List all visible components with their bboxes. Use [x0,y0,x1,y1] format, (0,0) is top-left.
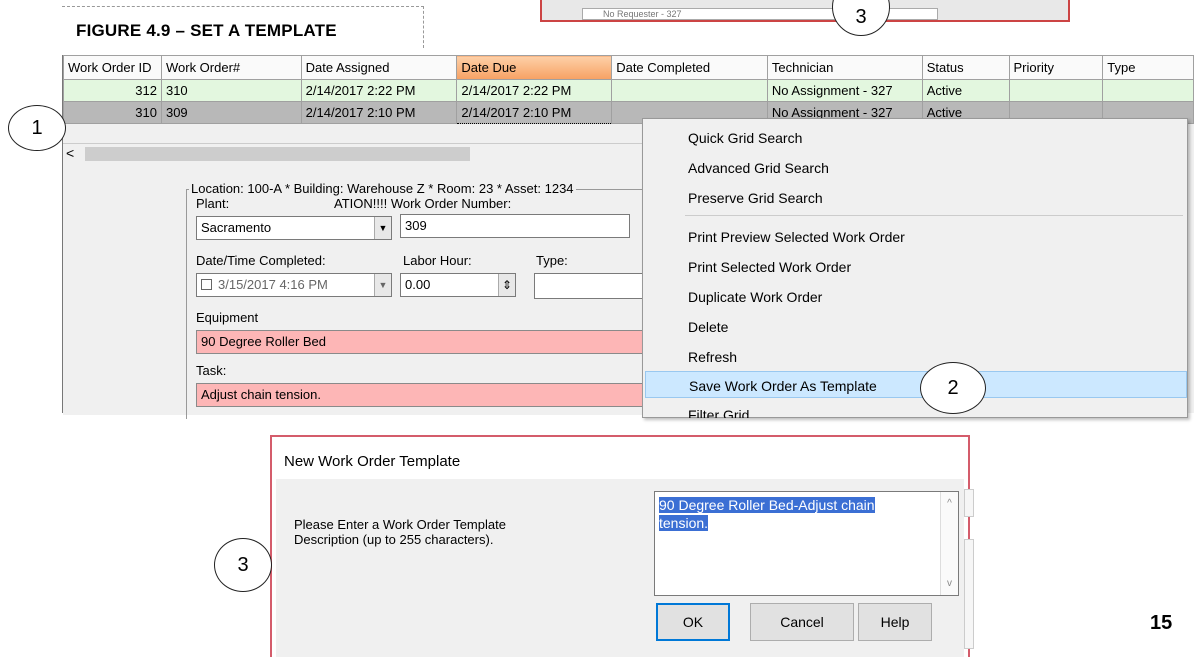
work-order-detail-form: Location: 100-A * Building: Warehouse Z … [63,165,646,419]
menu-item-print-preview[interactable]: Print Preview Selected Work Order [643,223,1187,250]
cell-priority [1008,79,1104,102]
menu-item-print-selected[interactable]: Print Selected Work Order [643,253,1187,280]
menu-item-filter-grid[interactable]: Filter Grid... [643,401,1187,418]
date-completed-value: 3/15/2017 4:16 PM [218,277,328,292]
horizontal-scrollbar[interactable]: < [63,143,643,163]
menu-item-refresh[interactable]: Refresh [643,343,1187,370]
grid-header-row: Work Order ID Work Order# Date Assigned … [63,55,1194,80]
callout-3: 3 [214,538,272,592]
task-label: Task: [196,363,227,378]
location-line: Location: 100-A * Building: Warehouse Z … [189,181,576,196]
table-row[interactable]: 312 310 2/14/2017 2:22 PM 2/14/2017 2:22… [63,79,1194,102]
dialog-body: Please Enter a Work Order Template Descr… [276,479,974,657]
plant-select-value: Sacramento [201,220,272,235]
callout-2: 2 [920,362,986,414]
task-field[interactable]: Adjust chain tension. [196,383,644,407]
menu-item-delete[interactable]: Delete [643,313,1187,340]
prompt-line-1: Please Enter a Work Order Template [294,517,506,532]
menu-item-save-as-template[interactable]: Save Work Order As Template [645,371,1187,398]
cell-type [1102,79,1194,102]
help-button[interactable]: Help [858,603,932,641]
menu-item-preserve-grid-search[interactable]: Preserve Grid Search [643,184,1187,211]
date-enable-checkbox[interactable] [201,279,212,290]
type-select[interactable] [534,273,644,299]
new-template-dialog: New Work Order Template Please Enter a W… [270,435,974,657]
col-header-date-due[interactable]: Date Due [456,55,613,80]
labor-hour-stepper[interactable]: 0.00 ⇕ [400,273,516,297]
cell-work-order-id: 310 [63,101,162,124]
work-order-number-label: ATION!!!! Work Order Number: [334,196,512,211]
col-header-work-order-number[interactable]: Work Order# [160,55,302,80]
cell-date-due: 2/14/2017 2:22 PM [456,79,613,102]
cell-status: Active [921,79,1010,102]
menu-item-duplicate[interactable]: Duplicate Work Order [643,283,1187,310]
menu-item-advanced-grid-search[interactable]: Advanced Grid Search [643,154,1187,181]
background-window: No Requester - 327 [540,0,1070,22]
cell-date-due: 2/14/2017 2:10 PM [456,101,613,124]
calendar-dropdown-icon[interactable]: ▼ [374,274,391,296]
scroll-down-icon[interactable]: v [941,578,958,589]
prompt-line-2: Description (up to 255 characters). [294,532,494,547]
description-line-2: tension. [659,515,709,531]
col-header-priority[interactable]: Priority [1008,55,1104,80]
col-header-date-completed[interactable]: Date Completed [611,55,768,80]
page-number: 15 [1150,612,1173,634]
figure-title: FIGURE 4.9 – SET A TEMPLATE [62,6,424,48]
labor-hour-label: Labor Hour: [403,253,472,268]
spinner-icon[interactable]: ⇕ [498,274,515,296]
chevron-down-icon[interactable]: ▼ [374,217,391,239]
col-header-technician[interactable]: Technician [766,55,923,80]
col-header-type[interactable]: Type [1102,55,1194,80]
menu-separator [685,215,1183,216]
work-order-grid[interactable]: Work Order ID Work Order# Date Assigned … [63,55,1194,124]
ok-button[interactable]: OK [656,603,730,641]
description-line-1: 90 Degree Roller Bed-Adjust chain [659,497,875,513]
scroll-left-icon[interactable]: < [66,144,74,162]
cell-date-assigned: 2/14/2017 2:10 PM [300,101,458,124]
dialog-prompt: Please Enter a Work Order Template Descr… [294,517,614,547]
cell-work-order-number: 309 [160,101,302,124]
cell-work-order-id: 312 [63,79,162,102]
type-label: Type: [536,253,568,268]
equipment-label: Equipment [196,310,259,325]
col-header-status[interactable]: Status [921,55,1010,80]
cell-technician: No Assignment - 327 [766,79,923,102]
scrollbar-thumb[interactable] [85,147,470,161]
labor-hour-value: 0.00 [405,277,431,292]
background-window-edge [964,489,974,517]
vertical-scrollbar[interactable]: ^ v [940,492,958,595]
plant-label: Plant: [196,196,230,211]
date-completed-picker[interactable]: 3/15/2017 4:16 PM ▼ [196,273,392,297]
cell-date-completed [611,79,768,102]
plant-select[interactable]: Sacramento ▼ [196,216,392,240]
background-window-edge [964,539,974,649]
date-completed-label: Date/Time Completed: [196,253,326,268]
equipment-field[interactable]: 90 Degree Roller Bed [196,330,644,354]
callout-3-top: 3 [832,0,890,36]
cell-work-order-number: 310 [160,79,302,102]
context-menu: Quick Grid Search Advanced Grid Search P… [642,118,1188,418]
col-header-date-assigned[interactable]: Date Assigned [300,55,458,80]
callout-1: 1 [8,105,66,151]
template-description-input[interactable]: 90 Degree Roller Bed-Adjust chain tensio… [654,491,959,596]
cancel-button[interactable]: Cancel [750,603,854,641]
menu-item-quick-grid-search[interactable]: Quick Grid Search [643,124,1187,151]
cell-date-assigned: 2/14/2017 2:22 PM [300,79,458,102]
dialog-title: New Work Order Template [284,453,461,470]
col-header-work-order-id[interactable]: Work Order ID [63,55,162,80]
scroll-up-icon[interactable]: ^ [941,498,958,509]
work-order-number-field[interactable]: 309 [400,214,630,238]
